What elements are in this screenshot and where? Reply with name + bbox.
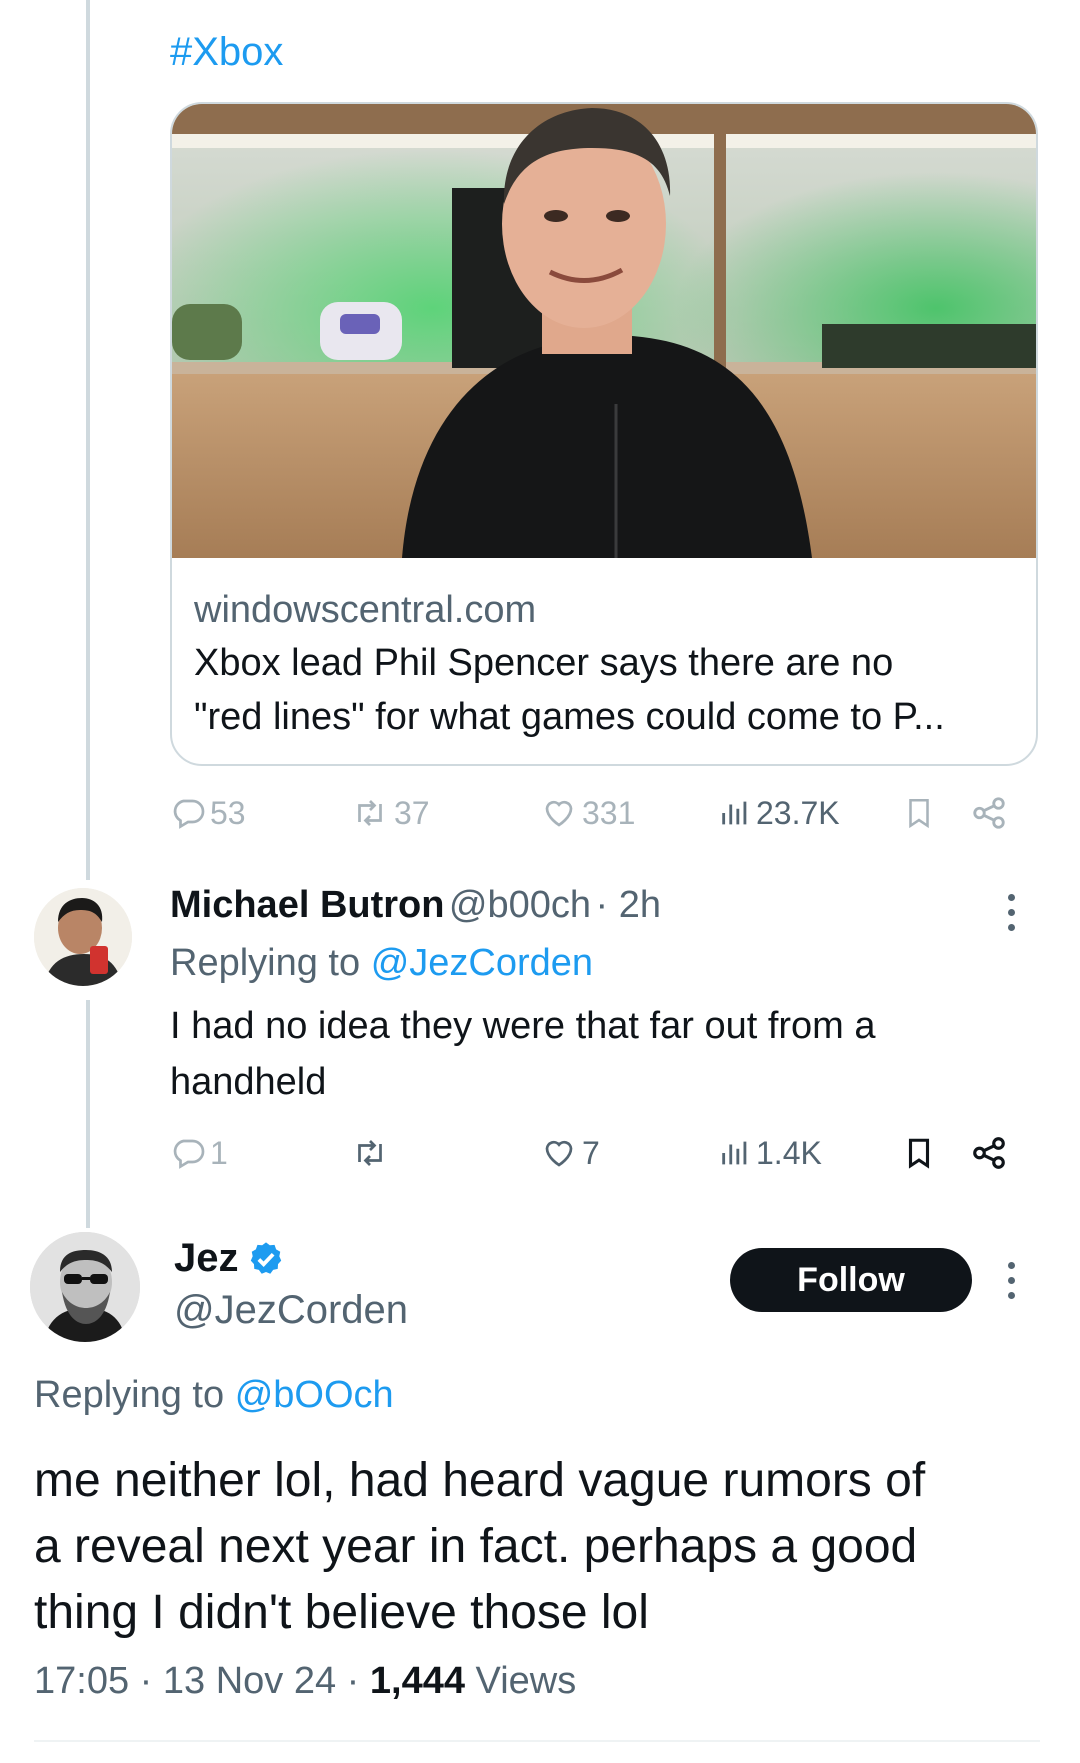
bookmark-icon	[908, 1138, 930, 1169]
analytics-icon	[722, 801, 747, 825]
reply-icon	[173, 1139, 205, 1169]
reply-icon	[173, 799, 205, 829]
views-count: 23.7K	[756, 794, 840, 831]
follow-button[interactable]: Follow	[730, 1248, 972, 1312]
replying-to-link[interactable]: @bOOch	[235, 1374, 394, 1416]
reply-button[interactable]: 53	[170, 788, 246, 838]
link-preview-text: windowscentral.com Xbox lead Phil Spence…	[194, 584, 1016, 744]
heart-icon	[545, 800, 573, 827]
repost-icon	[358, 800, 382, 826]
heart-icon	[545, 1140, 573, 1167]
reply-author-line: Michael Butron @b00ch · 2h	[170, 884, 661, 927]
main-reply-context: Replying to @bOOch	[34, 1374, 394, 1417]
like-count: 331	[582, 794, 636, 831]
main-display-name[interactable]: Jez	[174, 1236, 239, 1281]
share-icon	[973, 1137, 1005, 1169]
reply-display-name[interactable]: Michael Butron	[170, 884, 444, 926]
avatar[interactable]	[30, 1232, 140, 1342]
repost-button[interactable]: 37	[350, 788, 430, 838]
reply-author-avatar-image	[34, 888, 132, 986]
link-domain: windowscentral.com	[194, 589, 537, 631]
reply-text-line2: handheld	[170, 1061, 327, 1103]
post-metadata: 17:05 · 13 Nov 24 · 1,444 Views	[34, 1660, 576, 1703]
views-count: 1,444	[369, 1660, 465, 1702]
link-title-line1: Xbox lead Phil Spencer says there are no	[194, 642, 894, 684]
hashtag-link[interactable]: #Xbox	[170, 30, 283, 75]
reply-timestamp[interactable]: · 2h	[596, 884, 661, 926]
repost-button[interactable]	[350, 1128, 390, 1178]
bookmark-button[interactable]	[902, 1128, 936, 1178]
meta-separator: ·	[346, 1660, 370, 1702]
share-button[interactable]	[970, 788, 1008, 838]
replying-to-label: Replying to	[34, 1374, 225, 1416]
article-thumbnail	[172, 104, 1036, 558]
views-count: 1.4K	[756, 1134, 822, 1171]
views-button[interactable]: 1.4K	[718, 1128, 822, 1178]
analytics-icon	[722, 1141, 747, 1165]
replying-to-link[interactable]: @JezCorden	[371, 942, 593, 984]
main-author-name-row: Jez	[174, 1236, 285, 1281]
main-post-text-line2: a reveal next year in fact. perhaps a go…	[34, 1520, 918, 1573]
like-button[interactable]: 7	[540, 1128, 600, 1178]
reply-handle[interactable]: @b00ch	[449, 884, 591, 926]
divider	[34, 1740, 1040, 1742]
link-preview-card[interactable]: windowscentral.com Xbox lead Phil Spence…	[170, 102, 1038, 766]
avatar[interactable]	[34, 888, 132, 986]
verified-badge-icon	[250, 1241, 281, 1274]
meta-separator: ·	[139, 1660, 163, 1702]
reply-text: I had no idea they were that far out fro…	[170, 998, 876, 1110]
post-date[interactable]: 13 Nov 24	[163, 1660, 336, 1702]
repost-count: 37	[394, 794, 430, 831]
main-author-avatar-image	[30, 1232, 140, 1342]
bookmark-icon	[909, 798, 929, 829]
quoted-post-actions: 53 37 331 23.7K	[170, 788, 1020, 838]
thread-line-top	[86, 0, 90, 880]
main-handle[interactable]: @JezCorden	[174, 1288, 408, 1333]
reply-actions: 1 7 1.4K	[170, 1128, 1020, 1178]
main-post-text: me neither lol, had heard vague rumors o…	[34, 1448, 1044, 1646]
views-button[interactable]: 23.7K	[718, 788, 840, 838]
more-options-icon[interactable]	[1008, 894, 1016, 939]
share-icon	[973, 797, 1005, 829]
reply-count: 53	[210, 794, 246, 831]
bookmark-button[interactable]	[902, 788, 936, 838]
share-button[interactable]	[970, 1128, 1008, 1178]
like-count: 7	[582, 1134, 600, 1171]
main-post-text-line3: thing I didn't believe those lol	[34, 1586, 649, 1639]
main-post-text-line1: me neither lol, had heard vague rumors o…	[34, 1454, 926, 1507]
repost-icon	[358, 1140, 382, 1166]
reply-count: 1	[210, 1134, 228, 1171]
views-label: Views	[475, 1660, 577, 1702]
more-options-icon[interactable]	[1008, 1262, 1016, 1307]
reply-button[interactable]: 1	[170, 1128, 228, 1178]
like-button[interactable]: 331	[540, 788, 635, 838]
replying-to-label: Replying to	[170, 942, 361, 984]
reply-text-line1: I had no idea they were that far out fro…	[170, 1005, 876, 1047]
link-title-line2: "red lines" for what games could come to…	[194, 696, 945, 738]
thread-line-middle	[86, 1000, 90, 1228]
post-time[interactable]: 17:05	[34, 1660, 129, 1702]
reply-context: Replying to @JezCorden	[170, 942, 593, 985]
